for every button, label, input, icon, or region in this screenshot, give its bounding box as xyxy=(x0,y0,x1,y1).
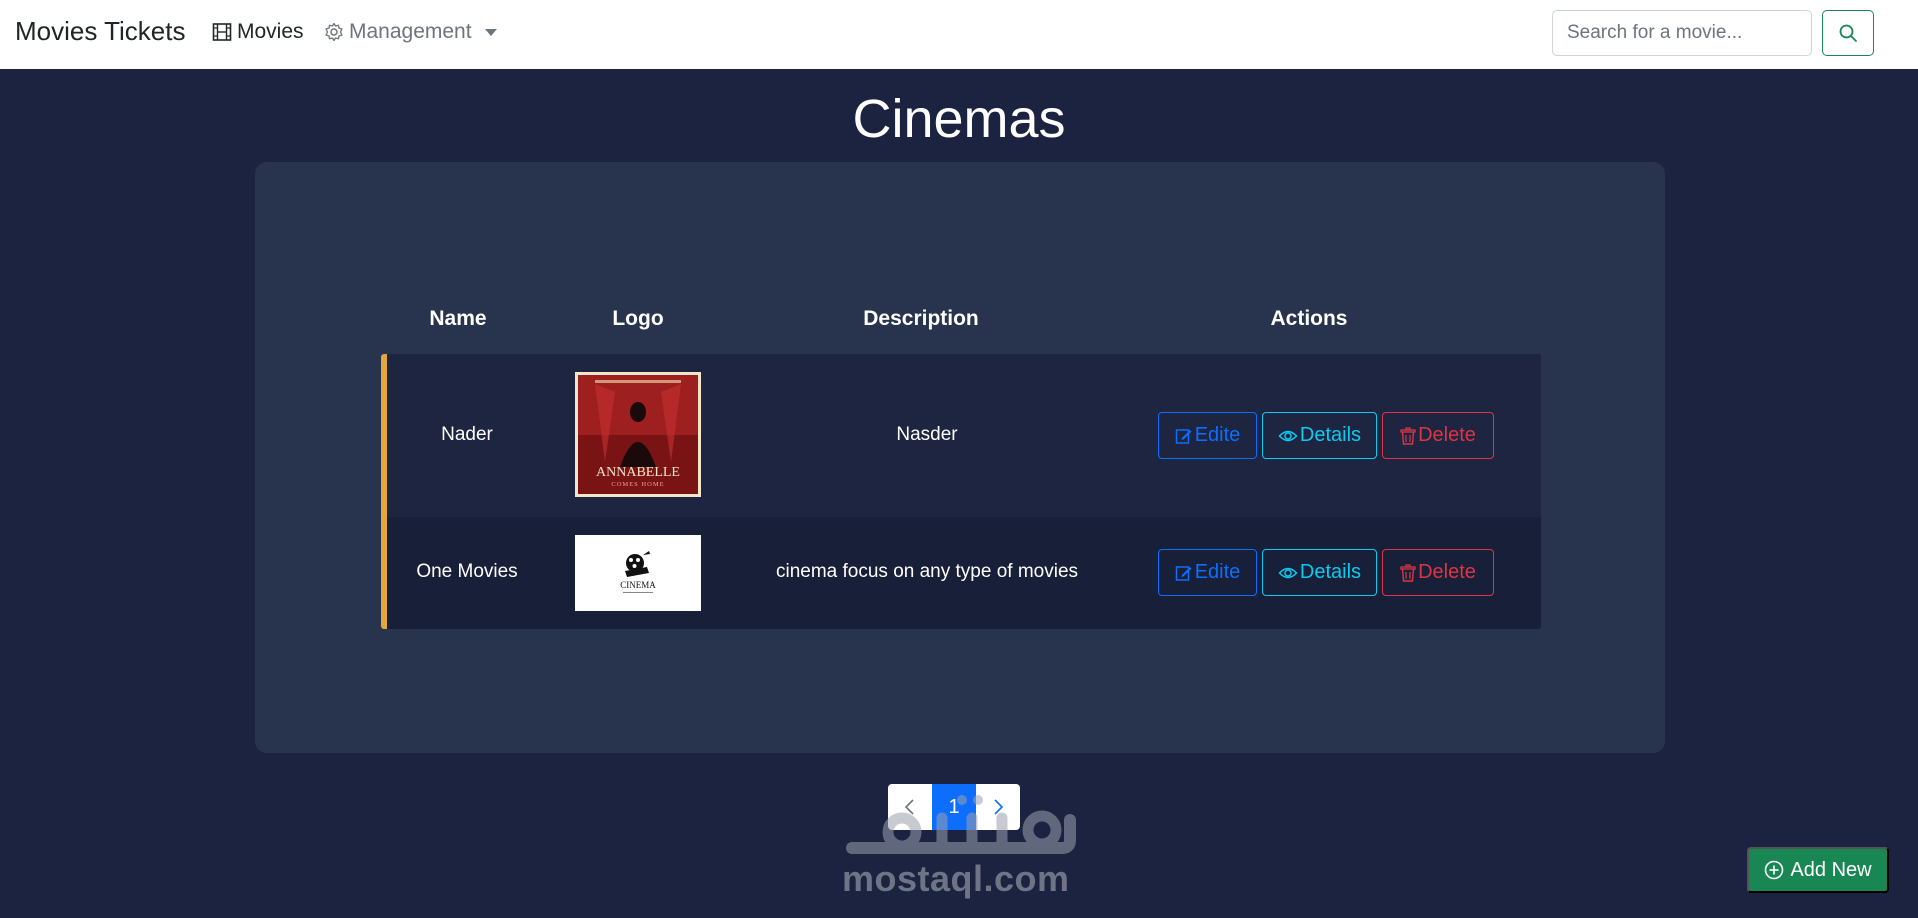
edit-button[interactable]: Edite xyxy=(1158,549,1257,596)
add-new-label: Add New xyxy=(1790,858,1872,881)
edit-label: Edite xyxy=(1194,561,1241,583)
cinema-name: One Movies xyxy=(416,561,518,582)
search-button[interactable] xyxy=(1822,10,1874,56)
poster-title: ANNABELLE xyxy=(596,465,680,480)
eye-icon xyxy=(1278,430,1298,441)
details-button[interactable]: Details xyxy=(1262,412,1377,459)
nav-management-label: Management xyxy=(349,20,472,43)
add-new-button[interactable]: Add New xyxy=(1747,847,1889,893)
page-title: Cinemas xyxy=(852,89,1066,149)
header-logo: Logo xyxy=(612,307,664,330)
film-icon xyxy=(212,23,232,41)
details-label: Details xyxy=(1299,561,1362,583)
cinema-logo-text: CINEMA xyxy=(620,580,656,590)
edit-button[interactable]: Edite xyxy=(1158,412,1257,459)
delete-label: Delete xyxy=(1418,424,1476,446)
top-navbar: Movies Tickets Movies Management xyxy=(0,0,1918,69)
delete-button[interactable]: Delete xyxy=(1382,549,1494,596)
gear-icon xyxy=(325,22,343,42)
watermark-logo xyxy=(846,795,1076,854)
cinema-logo-image: CINEMA xyxy=(575,535,701,611)
cinema-description: cinema focus on any type of movies xyxy=(775,561,1079,582)
search-input[interactable] xyxy=(1552,10,1812,56)
pencil-square-icon xyxy=(1175,565,1192,581)
chevron-down-icon xyxy=(484,28,497,36)
delete-label: Delete xyxy=(1418,561,1476,583)
delete-button[interactable]: Delete xyxy=(1382,412,1494,459)
plus-circle-icon xyxy=(1765,860,1784,880)
table-header: Name Logo Description Actions xyxy=(381,307,1541,337)
cinema-description: Nasder xyxy=(896,424,958,445)
header-actions: Actions xyxy=(1270,307,1348,330)
details-label: Details xyxy=(1299,424,1362,446)
nav-movies-label: Movies xyxy=(237,20,304,43)
cinema-name: Nader xyxy=(441,424,493,445)
header-name: Name xyxy=(429,307,487,330)
table-row: Nader ANNABELLE COMES HOME Nasder Edite xyxy=(381,354,1541,517)
poster-subtitle: COMES HOME xyxy=(611,481,664,488)
nav-management-dropdown[interactable]: Management xyxy=(324,20,497,44)
cinema-logo-image: ANNABELLE COMES HOME xyxy=(575,372,701,497)
cinemas-panel: Name Logo Description Actions Nader ANNA… xyxy=(255,162,1665,753)
brand-link[interactable]: Movies Tickets xyxy=(15,16,186,47)
nav-movies-link[interactable]: Movies xyxy=(212,20,304,44)
eye-icon xyxy=(1278,567,1298,578)
trash-icon xyxy=(1400,426,1416,445)
search-icon xyxy=(1839,24,1857,42)
table-row: One Movies CINEMA cinema focus on any ty… xyxy=(381,517,1541,629)
details-button[interactable]: Details xyxy=(1262,549,1377,596)
header-description: Description xyxy=(863,307,979,330)
pencil-square-icon xyxy=(1175,428,1192,444)
trash-icon xyxy=(1400,563,1416,582)
edit-label: Edite xyxy=(1194,424,1241,446)
watermark-text: mostaql.com xyxy=(842,858,1070,899)
